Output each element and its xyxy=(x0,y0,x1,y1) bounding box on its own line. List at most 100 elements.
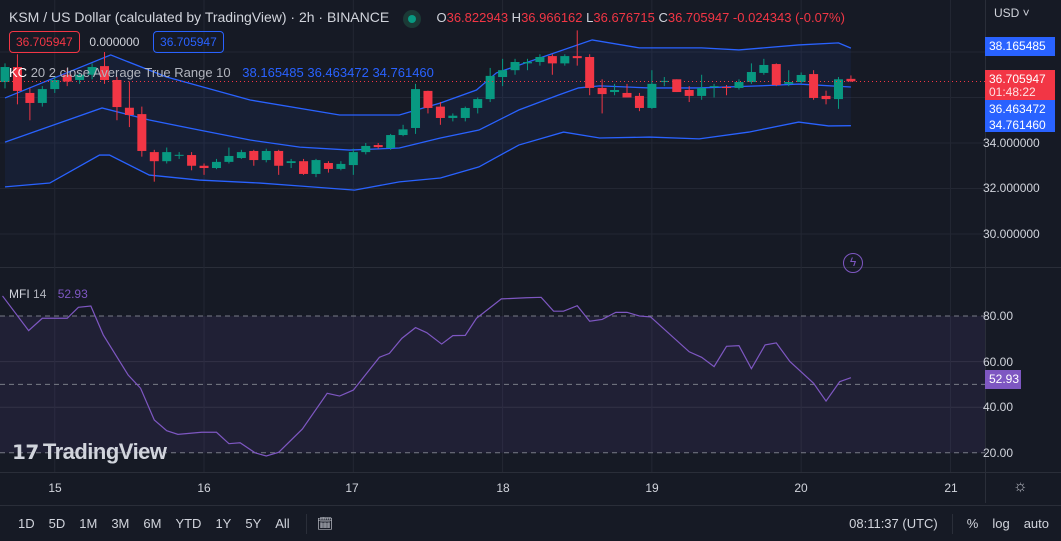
range-3m[interactable]: 3M xyxy=(111,516,129,531)
candle-body xyxy=(784,82,794,84)
candle-body xyxy=(821,95,831,100)
mfi-legend[interactable]: MFI 14 52.93 xyxy=(9,287,88,301)
kc-mid-low-tag: 36.463472 34.761460 xyxy=(985,100,1055,132)
range-5y[interactable]: 5Y xyxy=(245,516,261,531)
candle-body xyxy=(336,163,346,169)
range-all[interactable]: All xyxy=(275,516,289,531)
candle-body xyxy=(709,86,719,88)
go-to-date-calendar-icon[interactable]: 🗓 xyxy=(317,516,334,532)
range-1y[interactable]: 1Y xyxy=(215,516,231,531)
candle-body xyxy=(610,89,620,93)
alert-lightning-icon[interactable]: ϟ xyxy=(843,253,863,273)
open-value: 36.822943 xyxy=(446,10,509,25)
candle-body xyxy=(286,161,296,164)
candle-body xyxy=(547,56,557,64)
range-5d[interactable]: 5D xyxy=(49,516,66,531)
candle-body xyxy=(647,83,657,108)
last-price-tag: 36.705947 01:48:22 xyxy=(985,70,1055,100)
candle-body xyxy=(261,150,271,161)
mfi-axis-label: 60.00 xyxy=(983,355,1014,369)
kc-legend[interactable]: KC 20 2 close Average True Range 10 38.1… xyxy=(9,65,434,80)
watermark-text: TradingView xyxy=(42,439,167,464)
candle-body xyxy=(448,115,458,118)
candle-body xyxy=(809,74,819,98)
candle-body xyxy=(386,135,396,149)
log-toggle[interactable]: log xyxy=(992,516,1009,531)
candle-body xyxy=(846,78,856,82)
divider xyxy=(951,513,953,534)
high-label: H xyxy=(511,10,522,25)
currency-label: USD xyxy=(994,6,1020,20)
candle-body xyxy=(510,62,520,71)
candle-body xyxy=(473,99,483,108)
candle-body xyxy=(50,79,60,90)
candle-body xyxy=(236,152,246,159)
candle-body xyxy=(560,56,570,64)
mfi-axis-label: 20.00 xyxy=(983,446,1014,460)
candle-body xyxy=(361,145,371,153)
high-value: 36.966162 xyxy=(521,10,583,25)
mfi-params: 14 xyxy=(33,287,47,301)
candle-body xyxy=(634,95,644,108)
price-axis-label: 34.000000 xyxy=(983,136,1040,150)
market-status-icon xyxy=(402,9,421,28)
candle-body xyxy=(535,57,545,63)
candle-body xyxy=(373,145,383,148)
range-1m[interactable]: 1M xyxy=(79,516,97,531)
candle-body xyxy=(187,155,197,166)
candle-body xyxy=(597,87,607,95)
candle-body xyxy=(149,152,159,162)
bar-countdown: 01:48:22 xyxy=(989,85,1036,99)
range-1d[interactable]: 1D xyxy=(18,516,35,531)
time-axis-label: 21 xyxy=(944,481,958,495)
open-label: O xyxy=(436,10,447,25)
bid-ask-row: 36.705947 0.000000 36.705947 xyxy=(9,31,230,53)
currency-selector[interactable]: USD ˅ xyxy=(994,6,1030,20)
buy-button[interactable]: 36.705947 xyxy=(153,31,224,53)
candle-body xyxy=(411,89,421,128)
sell-button[interactable]: 36.705947 xyxy=(9,31,80,53)
kc-upper-value: 38.165485 xyxy=(242,65,304,80)
candle-body xyxy=(112,79,122,108)
mfi-name: MFI xyxy=(9,287,30,301)
percent-toggle[interactable]: % xyxy=(967,516,979,531)
candle-body xyxy=(311,160,321,174)
candle-body xyxy=(622,92,632,98)
kc-lower-tag: 34.761460 xyxy=(989,118,1046,132)
range-ytd[interactable]: YTD xyxy=(175,516,201,531)
mfi-axis-label: 40.00 xyxy=(983,400,1014,414)
low-value: 36.676715 xyxy=(593,10,655,25)
candle-body xyxy=(572,56,582,59)
kc-middle-value: 36.463472 xyxy=(307,65,369,80)
kc-upper-tag: 38.165485 xyxy=(985,37,1055,56)
time-axis-label: 20 xyxy=(794,481,808,495)
candle-body xyxy=(249,150,259,161)
kc-name: KC xyxy=(9,65,28,80)
candle-body xyxy=(833,79,843,100)
mfi-value: 52.93 xyxy=(57,287,88,301)
candle-body xyxy=(299,161,309,174)
time-axis-label: 18 xyxy=(496,481,510,495)
close-value: 36.705947 xyxy=(667,10,730,25)
symbol-legend: KSM / US Dollar (calculated by TradingVi… xyxy=(9,9,845,28)
kc-lower-value: 34.761460 xyxy=(372,65,434,80)
candle-body xyxy=(759,64,769,73)
clock-time[interactable]: 08:11:37 (UTC) xyxy=(849,516,938,531)
range-6m[interactable]: 6M xyxy=(143,516,161,531)
candle-body xyxy=(722,87,732,89)
mfi-axis-label: 80.00 xyxy=(983,309,1014,323)
auto-toggle[interactable]: auto xyxy=(1024,516,1049,531)
candle-body xyxy=(274,150,284,166)
spread-value: 0.000000 xyxy=(89,35,140,49)
candle-body xyxy=(174,154,184,156)
divider xyxy=(305,513,307,534)
candle-body xyxy=(460,107,470,118)
settings-gear-icon[interactable]: ☼ xyxy=(1013,478,1028,496)
bottom-toolbar: 1D 5D 1M 3M 6M YTD 1Y 5Y All 🗓 08:11:37 … xyxy=(0,505,1061,541)
candle-body xyxy=(199,165,209,169)
time-axis-label: 19 xyxy=(645,481,659,495)
time-axis-label: 16 xyxy=(197,481,211,495)
candle-body xyxy=(224,155,234,162)
change-value: -0.024343 (-0.07%) xyxy=(732,10,845,25)
symbol-title[interactable]: KSM / US Dollar (calculated by TradingVi… xyxy=(9,9,389,25)
